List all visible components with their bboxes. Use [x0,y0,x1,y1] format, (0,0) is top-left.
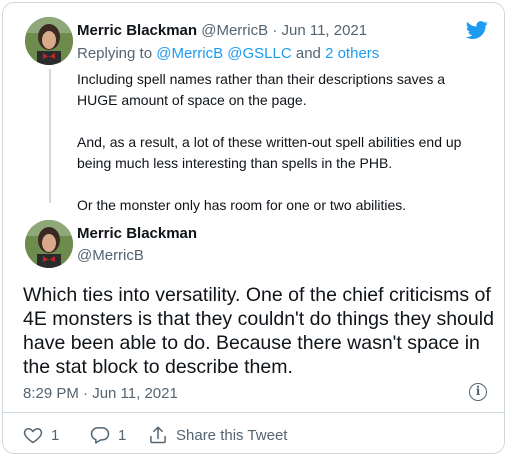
share-icon [150,426,166,444]
thread-line [49,69,51,203]
tweet1-text: Including spell names rather than their … [77,69,487,237]
author-name[interactable]: Merric Blackman [77,225,197,242]
tweet1-paragraph: And, as a result, a lot of these written… [77,134,462,171]
reply-icon [90,427,110,444]
author-handle[interactable]: @MerricB [201,22,268,39]
author-handle[interactable]: @MerricB [77,247,144,264]
replying-prefix: Replying to [77,45,153,62]
twitter-bird-icon[interactable] [464,19,490,41]
author-name[interactable]: Merric Blackman [77,22,197,39]
tweet1-header: Merric Blackman @MerricB · Jun 11, 2021 [77,22,367,39]
replying-and: and [295,45,321,62]
tweet-card: Merric Blackman @MerricB · Jun 11, 2021 … [2,2,505,454]
divider [3,412,504,413]
share-label: Share this Tweet [176,426,288,444]
tweet-date[interactable]: Jun 11, 2021 [281,22,367,39]
tweet1-paragraph: Or the monster only has room for one or … [77,197,407,213]
avatar[interactable] [25,220,73,268]
share-button[interactable]: Share this Tweet [148,425,287,445]
tweet2-text: Which ties into versatility. One of the … [23,284,494,378]
tweet-timestamp[interactable]: 8:29 PM · Jun 11, 2021 [23,385,178,402]
separator: · [272,22,278,39]
replying-users-link[interactable]: @MerricB @GSLLC [156,45,291,62]
replying-to: Replying to @MerricB @GSLLC and 2 others [77,45,379,62]
like-button[interactable]: 1 [23,425,59,445]
replying-others-link[interactable]: 2 others [325,45,379,62]
avatar[interactable] [25,17,73,65]
info-icon[interactable]: i [469,383,487,401]
heart-icon [23,427,43,444]
tweet1-paragraph: Including spell names rather than their … [77,71,446,108]
like-count: 1 [51,426,60,444]
reply-count: 1 [118,426,127,444]
reply-button[interactable]: 1 [90,425,126,445]
